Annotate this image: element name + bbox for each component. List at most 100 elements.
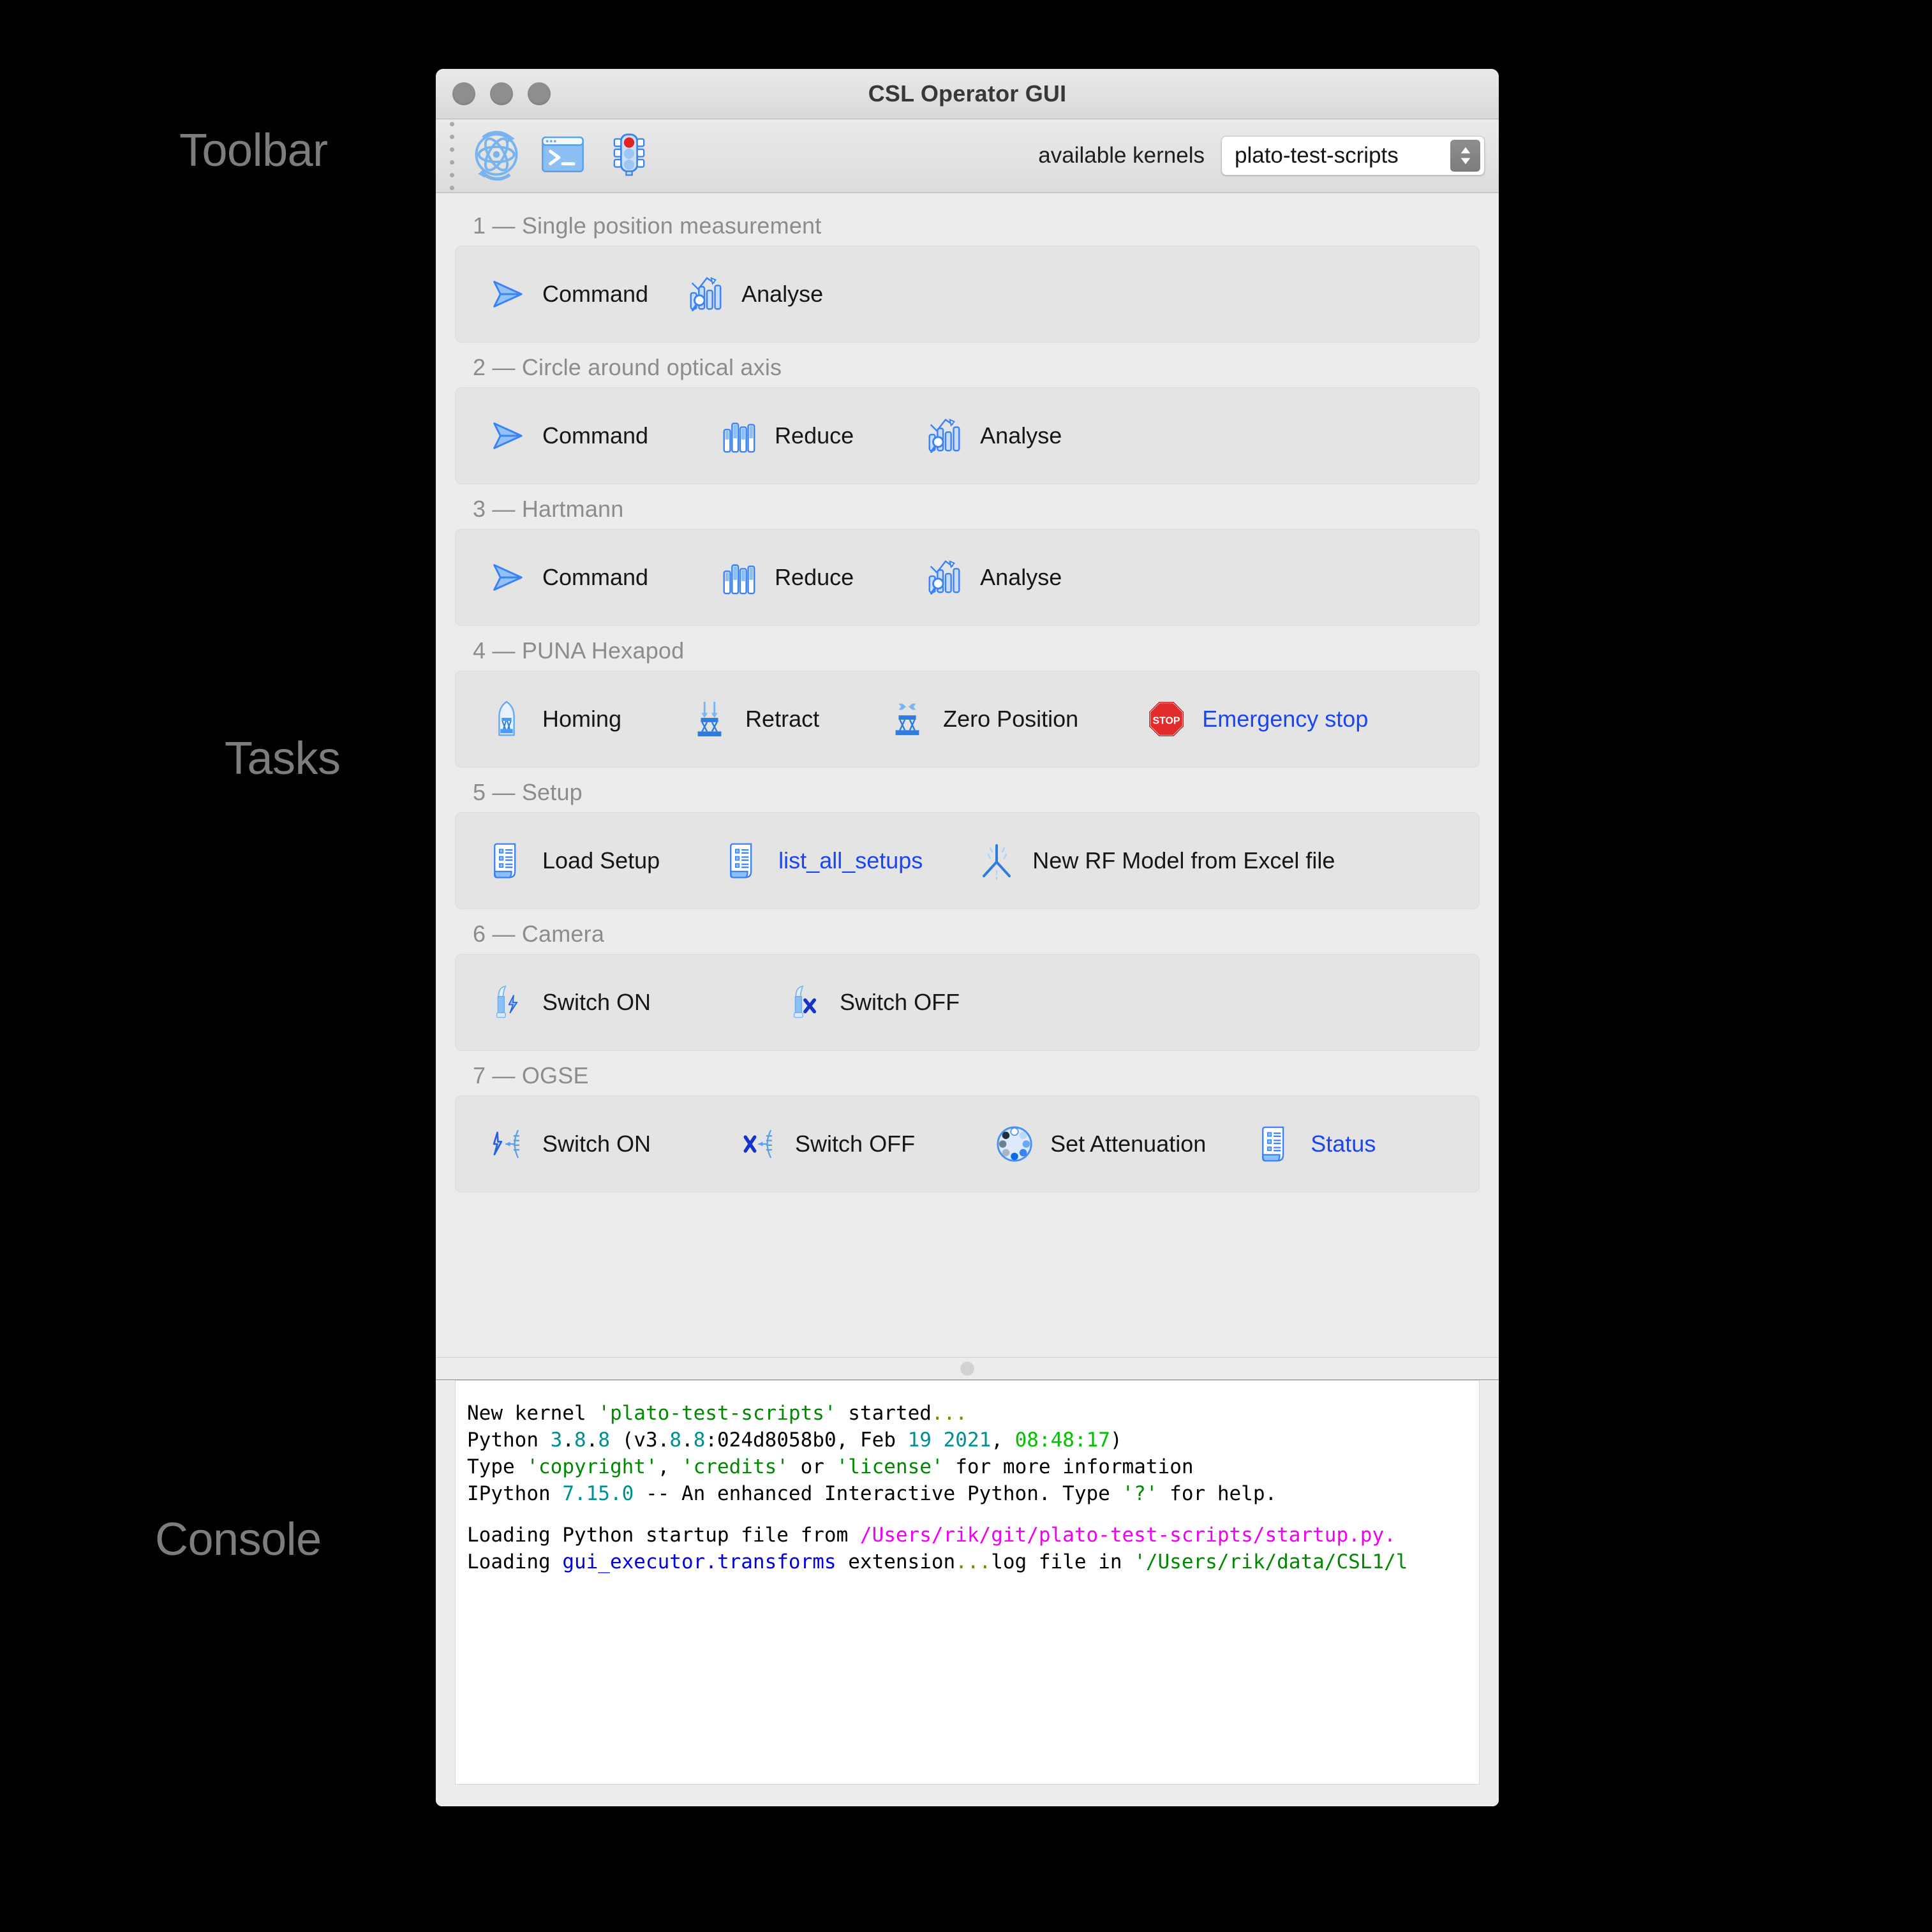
ogse-off-icon [735,1120,784,1168]
annotation-console: Console [155,1514,322,1565]
task-button-camera-off[interactable]: Switch OFF [766,970,979,1034]
task-button-label: Emergency stop [1202,706,1369,732]
open-console-button[interactable] [530,123,596,189]
console-output[interactable]: New kernel 'plato-test-scripts' started.… [455,1380,1480,1785]
section-title: 1 — Single position measurement [473,212,822,239]
app-window: CSL Operator GUI available kernels plato… [436,69,1499,1806]
window-title: CSL Operator GUI [868,80,1067,107]
annotation-toolbar: Toolbar [179,125,328,176]
task-button-load-setup[interactable]: Load Setup [468,829,679,893]
camera-off-icon [780,978,828,1027]
task-button-label: Command [542,422,649,449]
task-button-ogse-off[interactable]: Switch OFF [721,1112,934,1176]
paper-plane-icon [482,270,531,318]
task-button-label: Switch ON [542,989,651,1015]
task-button-command[interactable]: Command [468,404,667,468]
task-button-reduce[interactable]: Reduce [701,546,873,609]
hexapod-retract-icon [685,695,734,743]
task-section: 2 — Circle around optical axis Command R… [455,346,1480,484]
setup-list-icon [482,836,531,885]
task-button-ogse-on[interactable]: Switch ON [468,1112,670,1176]
setup-list-icon [1251,1120,1299,1168]
task-button-analyse[interactable]: Analyse [906,404,1081,468]
tasks-pane: 1 — Single position measurement Command [436,193,1499,1357]
console-line: New kernel 'plato-test-scripts' started.… [467,1402,967,1425]
section-title: 2 — Circle around optical axis [473,354,782,380]
task-section: 5 — Setup Load Setup list_all_setups New… [455,771,1480,909]
available-kernels-label: available kernels [1038,143,1205,168]
task-button-label: New RF Model from Excel file [1032,847,1335,873]
updown-chevron-icon[interactable] [1450,140,1480,172]
section-buttons: Switch ON Switch OFF [455,954,1480,1051]
task-button-label: Command [542,281,649,307]
terminal-icon [538,130,588,182]
task-button-label: Reduce [775,564,854,590]
kernel-select-value: plato-test-scripts [1235,143,1399,168]
section-buttons: Switch ON Switch OFF [455,1096,1480,1193]
section-buttons: Command [455,529,1480,626]
task-button-new-rf-model[interactable]: New RF Model from Excel file [958,829,1354,893]
toolbar: available kernels plato-test-scripts [436,119,1499,193]
console-line: Loading gui_executor.transforms extensio… [467,1550,1408,1574]
svg-text:STOP: STOP [1153,716,1180,727]
section-buttons: Homing Retract Zero Position STOP Emerge… [455,671,1480,768]
splitter-grip[interactable] [960,1362,974,1376]
camera-on-icon [482,978,531,1027]
task-button-label: list_all_setups [778,847,923,873]
task-section: 6 — Camera Switch ON Switch OFF [455,913,1480,1051]
task-button-homing[interactable]: Homing [468,687,641,751]
task-button-zero-position[interactable]: Zero Position [869,687,1097,751]
section-title: 3 — Hartmann [473,496,624,522]
hexapod-zero-icon [883,695,932,743]
task-button-command[interactable]: Command [468,262,667,326]
toolbar-drag-handle[interactable] [450,121,454,190]
hexapod-homing-icon [482,695,531,743]
task-button-label: Switch OFF [840,989,960,1015]
task-button-ogse-status[interactable]: Status [1237,1112,1395,1176]
task-button-set-attenuation[interactable]: Set Attenuation [976,1112,1225,1176]
restart-kernel-button[interactable] [463,123,530,189]
task-button-label: Analyse [980,422,1062,449]
task-button-emergency-stop[interactable]: STOP Emergency stop [1128,687,1387,751]
atom-restart-icon [470,128,523,184]
task-button-analyse[interactable]: Analyse [906,546,1081,609]
task-button-retract[interactable]: Retract [671,687,838,751]
filter-wheel-icon [990,1120,1039,1168]
task-button-analyse[interactable]: Analyse [667,262,842,326]
analyse-chart-icon [920,412,969,460]
section-title: 4 — PUNA Hexapod [473,637,685,664]
analyse-chart-icon [681,270,730,318]
annotation-tasks: Tasks [225,733,341,784]
paper-plane-icon [482,412,531,460]
task-button-label: Zero Position [943,706,1079,732]
task-button-label: Switch ON [542,1131,651,1157]
section-buttons: Command [455,387,1480,484]
section-buttons: Command [455,246,1480,343]
task-button-label: Switch OFF [795,1131,916,1157]
reference-frame-icon [972,836,1021,885]
task-button-camera-on[interactable]: Switch ON [468,970,670,1034]
pane-splitter[interactable] [436,1357,1499,1380]
traffic-light-icon [606,131,653,181]
stop-sign-icon: STOP [1142,695,1191,743]
task-button-label: Reduce [775,422,854,449]
section-title: 7 — OGSE [473,1062,589,1089]
task-button-list-all-setups[interactable]: list_all_setups [704,829,942,893]
task-button-label: Load Setup [542,847,660,873]
analyse-chart-icon [920,553,969,602]
task-section: 4 — PUNA Hexapod Homing Retract Zero Pos… [455,630,1480,768]
task-button-command[interactable]: Command [468,546,667,609]
main-split: 1 — Single position measurement Command [436,193,1499,1806]
kernel-status-button[interactable] [596,123,662,189]
console-line: Loading Python startup file from /Users/… [467,1523,1396,1547]
kernel-select[interactable]: plato-test-scripts [1221,136,1485,175]
console-pane: New kernel 'plato-test-scripts' started.… [436,1380,1499,1806]
ogse-on-icon [482,1120,531,1168]
task-button-label: Analyse [980,564,1062,590]
console-line: Python 3.8.8 (v3.8.8:024d8058b0, Feb 19 … [467,1429,1122,1452]
task-button-reduce[interactable]: Reduce [701,404,873,468]
section-title: 5 — Setup [473,779,583,805]
bar-chart-icon [715,553,763,602]
task-button-label: Analyse [741,281,824,307]
